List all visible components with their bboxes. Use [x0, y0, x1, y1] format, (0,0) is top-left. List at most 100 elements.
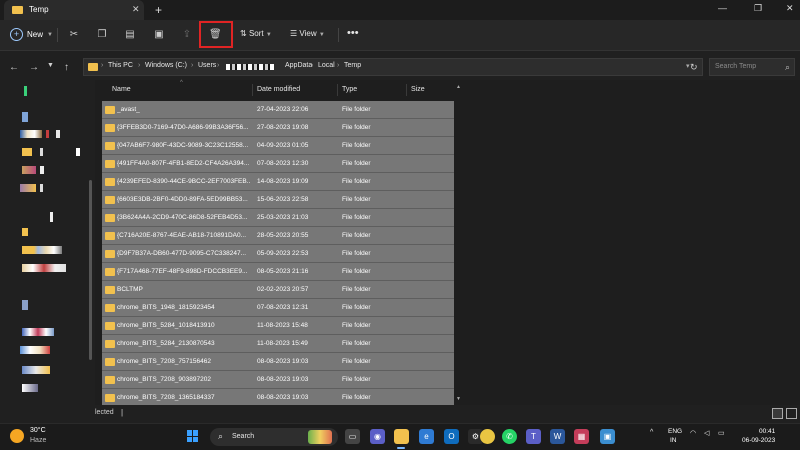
forward-arrow-icon[interactable]: →	[29, 62, 39, 73]
nav-item[interactable]	[20, 130, 42, 138]
nav-scrollbar[interactable]	[89, 180, 92, 360]
recent-chevron-icon[interactable]: ▼	[47, 62, 54, 69]
table-row[interactable]: chrome_BITS_1948_1815923454 07-08-2023 12…	[102, 299, 454, 317]
nav-item[interactable]	[22, 366, 50, 374]
nav-item[interactable]	[22, 166, 36, 174]
file-explorer-icon[interactable]	[394, 429, 409, 444]
nav-item[interactable]	[40, 148, 43, 156]
remote-desktop-icon[interactable]: ▣	[600, 429, 615, 444]
close-window-button[interactable]: ✕	[786, 3, 794, 14]
refresh-icon[interactable]: ↻	[690, 62, 698, 73]
scroll-up-icon[interactable]: ▲	[456, 84, 461, 90]
nav-item[interactable]	[76, 148, 80, 156]
outlook-icon[interactable]: O	[444, 429, 459, 444]
minimize-button[interactable]: —	[718, 3, 727, 13]
paste-icon[interactable]: ▤	[124, 29, 136, 41]
whatsapp-icon[interactable]: ✆	[502, 429, 517, 444]
nav-item[interactable]	[46, 130, 49, 138]
table-row[interactable]: chrome_BITS_7208_757156462 08-08-2023 19:…	[102, 353, 454, 371]
edge-icon[interactable]: e	[419, 429, 434, 444]
weather-desc[interactable]: Haze	[30, 437, 46, 444]
volume-icon[interactable]: ◁	[704, 429, 709, 437]
table-row[interactable]: {047AB6F7-980F-43DC-9089-3C23C12558... 04…	[102, 137, 454, 155]
table-row[interactable]: {491FF4A0-807F-4FB1-8ED2-CF4A26A394... 07…	[102, 155, 454, 173]
task-view-icon[interactable]: ▭	[345, 429, 360, 444]
tab-close-icon[interactable]: ✕	[132, 4, 140, 15]
search-input[interactable]: Search Temp ⌕	[709, 58, 795, 76]
table-row[interactable]: _avast_ 27-04-2023 22:06 File folder	[102, 101, 454, 119]
nav-item[interactable]	[20, 346, 50, 354]
nav-item[interactable]	[20, 184, 36, 192]
table-row[interactable]: {3FFEB3D0-7169-47D0-A686-99B3A36F56... 27…	[102, 119, 454, 137]
maximize-button[interactable]: ❐	[754, 3, 762, 14]
vertical-scrollbar[interactable]: ▲ ▼	[456, 84, 461, 404]
table-row[interactable]: {D9F7B37A-DB60-477D-9095-C7C338247... 05-…	[102, 245, 454, 263]
clock-time[interactable]: 00:41	[759, 428, 775, 435]
address-dropdown-icon[interactable]: ▾	[686, 62, 690, 70]
clock-date[interactable]: 06-09-2023	[742, 437, 775, 444]
taskbar-search[interactable]: ⌕ Search	[210, 428, 338, 446]
table-row[interactable]: chrome_BITS_7208_903897202 08-08-2023 19:…	[102, 371, 454, 389]
tiles-view-icon[interactable]	[786, 408, 797, 419]
column-header-date[interactable]: Date modified	[257, 86, 300, 93]
nav-item[interactable]	[22, 384, 38, 392]
table-row[interactable]: chrome_BITS_5284_1018413910 11-08-2023 15…	[102, 317, 454, 335]
breadcrumb-local[interactable]: Local	[318, 62, 335, 69]
rename-icon[interactable]: ▣	[153, 29, 165, 41]
table-row[interactable]: BCLTMP 02-02-2023 20:57 File folder	[102, 281, 454, 299]
scroll-down-icon[interactable]: ▼	[456, 396, 461, 402]
battery-icon[interactable]: ▭	[718, 429, 725, 437]
column-divider[interactable]	[406, 84, 407, 96]
nav-item[interactable]	[22, 148, 32, 156]
table-row[interactable]: chrome_BITS_5284_2130870543 11-08-2023 15…	[102, 335, 454, 353]
breadcrumb-windows-c[interactable]: Windows (C:)	[145, 62, 187, 69]
table-row[interactable]: {3B624A4A-2CD9-470C-86D8-52FEB4D53... 25-…	[102, 209, 454, 227]
nav-item[interactable]	[40, 166, 44, 174]
more-options-button[interactable]: •••	[347, 27, 359, 39]
language-region[interactable]: IN	[670, 437, 677, 444]
chrome-icon[interactable]	[480, 429, 495, 444]
photos-icon[interactable]: ▦	[574, 429, 589, 444]
nav-item[interactable]	[50, 212, 53, 222]
breadcrumb-users[interactable]: Users	[198, 62, 216, 69]
copy-icon[interactable]: ❐	[96, 29, 108, 41]
wifi-icon[interactable]: ◠	[690, 429, 696, 437]
breadcrumb-temp[interactable]: Temp	[344, 62, 361, 69]
nav-item[interactable]	[22, 300, 28, 310]
details-view-icon[interactable]	[772, 408, 783, 419]
word-icon[interactable]: W	[550, 429, 565, 444]
weather-temp[interactable]: 30°C	[30, 427, 46, 434]
table-row[interactable]: {C716A20E-8767-4EAE-AB18-710891DA0... 28-…	[102, 227, 454, 245]
column-header-size[interactable]: Size	[411, 86, 425, 93]
breadcrumb-this-pc[interactable]: This PC	[108, 62, 133, 69]
nav-item[interactable]	[22, 112, 28, 122]
column-divider[interactable]	[252, 84, 253, 96]
nav-item[interactable]	[40, 184, 43, 192]
back-arrow-icon[interactable]: ←	[9, 62, 19, 73]
weather-icon[interactable]	[10, 429, 24, 443]
table-row[interactable]: {6603E3DB-2BF0-4DD0-89FA-5ED99BB53... 15-…	[102, 191, 454, 209]
breadcrumb-appdata[interactable]: AppData	[285, 62, 312, 69]
windows-start-icon[interactable]	[187, 430, 199, 442]
nav-item[interactable]	[22, 246, 62, 254]
cut-icon[interactable]: ✂	[68, 29, 80, 41]
sort-button[interactable]: ⇅ Sort ▼	[240, 29, 272, 38]
nav-item[interactable]	[56, 130, 60, 138]
column-divider[interactable]	[337, 84, 338, 96]
teams-chat-icon[interactable]: ◉	[370, 429, 385, 444]
table-row[interactable]: {4239EFED-8390-44CE-9BCC-2EF7003FEB... 14…	[102, 173, 454, 191]
nav-item[interactable]	[22, 228, 28, 236]
up-arrow-icon[interactable]: ↑	[64, 62, 69, 73]
column-header-type[interactable]: Type	[342, 86, 357, 93]
nav-item[interactable]	[24, 86, 27, 96]
column-header-name[interactable]: Name	[112, 86, 131, 93]
tray-chevron-icon[interactable]: ^	[650, 429, 653, 436]
tab-temp[interactable]: Temp ✕	[4, 0, 144, 20]
view-button[interactable]: ☰ View ▼	[290, 29, 325, 38]
teams-icon[interactable]: T	[526, 429, 541, 444]
address-bar[interactable]: › This PC › Windows (C:) › Users › AppDa…	[83, 58, 703, 76]
new-tab-button[interactable]: +	[155, 3, 162, 17]
nav-item[interactable]	[22, 264, 66, 272]
table-row[interactable]: {F717A468-77EF-48F9-898D-FDCCB3EE9... 08-…	[102, 263, 454, 281]
share-icon[interactable]: ⇪	[181, 29, 193, 41]
